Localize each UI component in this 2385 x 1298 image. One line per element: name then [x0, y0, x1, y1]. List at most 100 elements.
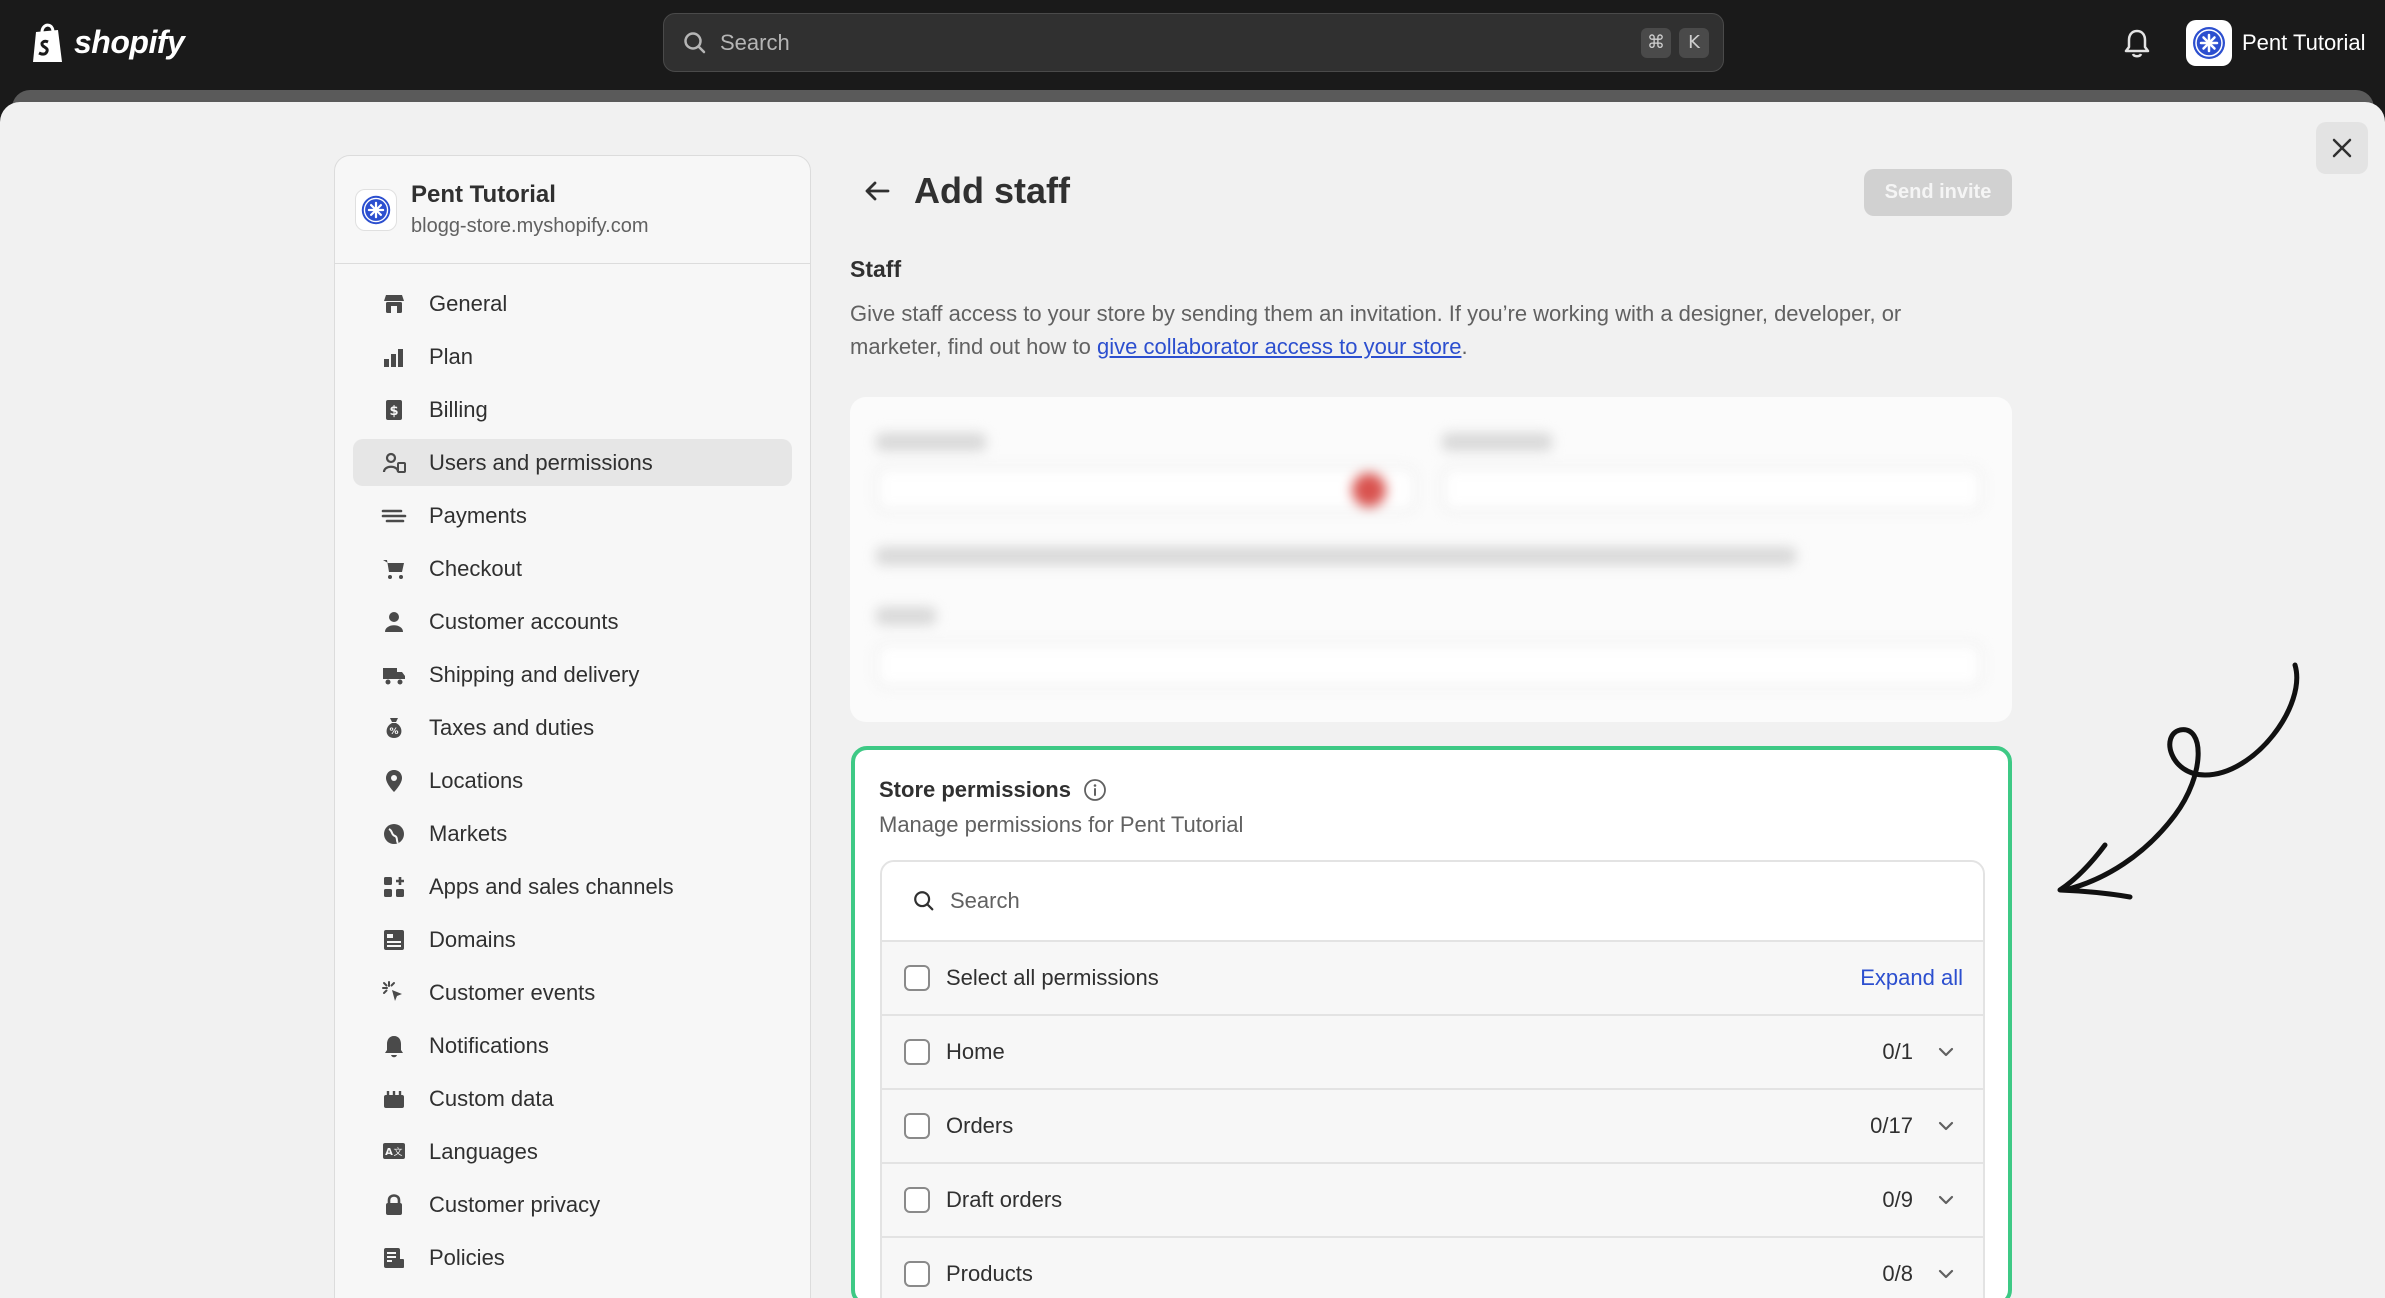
sidebar-item-general[interactable]: General — [353, 280, 792, 327]
store-logo-icon — [361, 195, 391, 224]
permissions-title: Store permissions — [879, 777, 1071, 802]
collaborator-access-link[interactable]: give collaborator access to your store — [1097, 334, 1461, 359]
svg-text:A: A — [385, 1147, 393, 1158]
permission-row-home[interactable]: Home 0/1 — [882, 1016, 1983, 1090]
lock-icon — [386, 1193, 402, 1215]
close-icon — [2332, 138, 2352, 158]
billing-icon: $ — [386, 399, 402, 420]
sidebar-item-notifications[interactable]: Notifications — [353, 1022, 792, 1069]
sidebar-item-languages[interactable]: A文 Languages — [353, 1128, 792, 1175]
shortcut-cmd-key: ⌘ — [1641, 27, 1671, 58]
cart-icon — [383, 559, 404, 579]
store-logo — [355, 188, 397, 231]
send-invite-button[interactable]: Send invite — [1864, 169, 2012, 216]
sidebar-item-label: Shipping and delivery — [429, 661, 640, 687]
sidebar-item-customer-accounts[interactable]: Customer accounts — [353, 598, 792, 645]
sidebar-item-policies[interactable]: Policies — [353, 1234, 792, 1281]
sidebar-item-label: Users and permissions — [429, 449, 653, 475]
sidebar-item-customer-events[interactable]: Customer events — [353, 969, 792, 1016]
sidebar-item-checkout[interactable]: Checkout — [353, 545, 792, 592]
global-search-input[interactable] — [720, 29, 1633, 56]
permission-count: 0/9 — [1882, 1187, 1913, 1212]
main-content: Add staff Send invite Staff Give staff a… — [850, 160, 2012, 722]
sidebar-item-label: Billing — [429, 396, 488, 422]
blurred-label — [1442, 433, 1552, 451]
permissions-search-input[interactable] — [950, 888, 1850, 914]
payments-icon — [381, 509, 407, 522]
sidebar-item-label: Markets — [429, 820, 508, 846]
orders-checkbox[interactable] — [904, 1113, 930, 1139]
permission-count: 0/17 — [1870, 1113, 1913, 1138]
global-search-bar[interactable]: ⌘ K — [663, 13, 1724, 72]
permission-row-products[interactable]: Products 0/8 — [882, 1238, 1983, 1298]
sidebar-item-users-and-permissions[interactable]: Users and permissions — [353, 439, 792, 486]
plan-icon — [384, 348, 403, 367]
tax-icon: % — [386, 717, 402, 738]
permission-count: 0/1 — [1882, 1039, 1913, 1064]
sidebar-item-custom-data[interactable]: Custom data — [353, 1075, 792, 1122]
shopify-logo[interactable]: shopify — [30, 20, 185, 64]
account-menu[interactable]: Pent Tutorial — [2186, 20, 2366, 66]
permission-label: Products — [946, 1261, 1033, 1286]
sidebar-item-domains[interactable]: Domains — [353, 916, 792, 963]
sidebar-item-billing[interactable]: $ Billing — [353, 386, 792, 433]
sidebar-item-label: Taxes and duties — [429, 714, 595, 740]
blurred-help-text — [876, 547, 1796, 565]
chevron-down-icon[interactable] — [1935, 1263, 1957, 1285]
store-logo-icon — [2193, 27, 2225, 59]
policy-icon — [384, 1247, 404, 1268]
staff-desc-end: . — [1461, 334, 1468, 359]
info-icon[interactable] — [1083, 778, 1107, 802]
products-checkbox[interactable] — [904, 1261, 930, 1287]
search-icon — [914, 891, 934, 911]
permission-label: Draft orders — [946, 1187, 1063, 1212]
users-icon — [382, 452, 406, 473]
sidebar-item-label: Locations — [429, 767, 524, 793]
sidebar-item-customer-privacy[interactable]: Customer privacy — [353, 1181, 792, 1228]
permission-row-draft-orders[interactable]: Draft orders 0/9 — [882, 1164, 1983, 1238]
select-all-checkbox[interactable] — [904, 965, 930, 991]
permission-row-orders[interactable]: Orders 0/17 — [882, 1090, 1983, 1164]
sidebar-item-plan[interactable]: Plan — [353, 333, 792, 380]
sidebar-item-taxes-and-duties[interactable]: % Taxes and duties — [353, 704, 792, 751]
staff-details-form-blurred — [850, 397, 2012, 722]
chevron-down-icon[interactable] — [1935, 1115, 1957, 1137]
language-icon: A文 — [383, 1142, 405, 1159]
blurred-first-name-field — [876, 467, 1416, 511]
truck-icon — [383, 667, 405, 684]
chevron-down-icon[interactable] — [1935, 1189, 1957, 1211]
blurred-error-icon — [1352, 473, 1386, 507]
close-button[interactable] — [2316, 122, 2368, 174]
notifications-bell-icon[interactable] — [2122, 27, 2152, 59]
sidebar-item-markets[interactable]: Markets — [353, 810, 792, 857]
sidebar-item-label: Checkout — [429, 555, 522, 581]
shortcut-k-key: K — [1679, 27, 1709, 58]
permissions-search[interactable] — [882, 862, 1983, 942]
blurred-form-content — [850, 397, 2012, 722]
sidebar-item-label: Domains — [429, 926, 516, 952]
location-icon — [386, 769, 402, 792]
store-header[interactable]: Pent Tutorial blogg-store.myshopify.com — [335, 156, 810, 264]
svg-text:$: $ — [389, 404, 398, 419]
sidebar-item-label: Customer accounts — [429, 608, 619, 634]
sidebar-item-payments[interactable]: Payments — [353, 492, 792, 539]
expand-all-button[interactable]: Expand all — [1860, 965, 1963, 991]
draft-orders-checkbox[interactable] — [904, 1187, 930, 1213]
sidebar-item-label: Policies — [429, 1244, 505, 1270]
sidebar-item-label: Languages — [429, 1138, 538, 1164]
sidebar-item-shipping-and-delivery[interactable]: Shipping and delivery — [353, 651, 792, 698]
back-arrow-icon[interactable] — [862, 176, 892, 206]
home-checkbox[interactable] — [904, 1039, 930, 1065]
sidebar-item-locations[interactable]: Locations — [353, 757, 792, 804]
annotation-arrow-icon — [2057, 662, 2300, 900]
search-icon — [684, 31, 706, 53]
sidebar-item-label: Apps and sales channels — [429, 873, 674, 899]
chevron-down-icon[interactable] — [1935, 1041, 1957, 1063]
settings-nav: General Plan $ Billing Users and permiss… — [335, 264, 810, 1298]
permissions-subtitle: Manage permissions for Pent Tutorial — [879, 812, 1244, 837]
domains-icon — [384, 929, 404, 950]
blurred-last-name-field — [1442, 467, 1982, 511]
sidebar-item-label: Customer privacy — [429, 1191, 601, 1217]
staff-section-title: Staff — [850, 256, 902, 282]
sidebar-item-apps-and-sales-channels[interactable]: Apps and sales channels — [353, 863, 792, 910]
